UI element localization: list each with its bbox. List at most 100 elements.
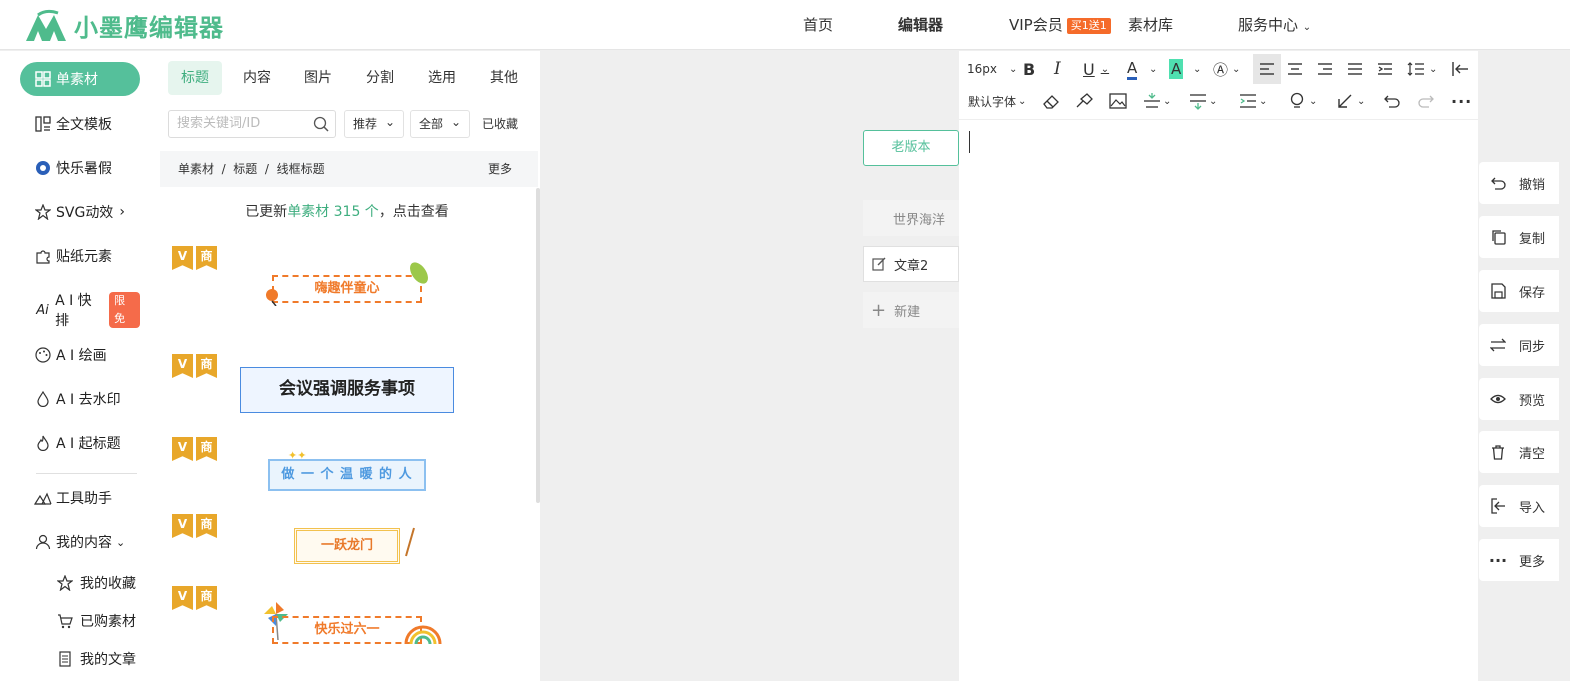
rainbow-icon — [402, 624, 444, 646]
sidebar-item-svg[interactable]: SVG动效 › — [20, 195, 140, 229]
sidebar-item-my-content[interactable]: 我的内容 ⌄ — [20, 525, 140, 559]
logo-text: 小墨鹰编辑器 — [74, 14, 224, 42]
tab-content[interactable]: 内容 — [230, 61, 284, 95]
doc-item-ocean[interactable]: 世界海洋 — [863, 200, 959, 236]
sidebar-item-ai-layout[interactable]: Ai A I 快排 限免 — [20, 292, 140, 329]
text-effect-button[interactable]: Ⓐ ⌄ — [1213, 54, 1240, 84]
chevron-down-icon[interactable]: ⌄ — [1149, 54, 1157, 84]
grid-icon — [34, 70, 52, 88]
save-action-button[interactable]: 保存 — [1479, 270, 1559, 312]
spacing-button[interactable]: ⌄ — [1143, 86, 1171, 116]
chevron-down-icon[interactable]: ⌄ — [1193, 54, 1201, 84]
undo-icon — [1384, 95, 1400, 108]
more-tools-button[interactable]: ··· — [1451, 86, 1472, 116]
sidebar-item-label: 全文模板 — [56, 117, 112, 133]
preview-action-button[interactable]: 预览 — [1479, 378, 1559, 420]
sidebar-item-tools[interactable]: 工具助手 — [20, 481, 140, 515]
tab-selected[interactable]: 选用 — [415, 61, 469, 95]
import-icon — [1489, 497, 1507, 515]
tab-image[interactable]: 图片 — [291, 61, 345, 95]
exit-button[interactable] — [1451, 54, 1469, 84]
align-right-button[interactable] — [1317, 54, 1333, 84]
bold-button[interactable]: B — [1023, 54, 1035, 84]
indent-spacing-button[interactable]: ⌄ — [1239, 86, 1267, 116]
sidebar-sub-favorites[interactable]: 我的收藏 — [56, 571, 136, 595]
align-center-button[interactable] — [1287, 54, 1303, 84]
underline-button[interactable]: U ⌄ — [1083, 54, 1109, 84]
search-input[interactable]: 搜索关键词/ID — [168, 110, 336, 138]
eraser-button[interactable] — [1043, 86, 1061, 116]
sidebar-item-label: 单素材 — [56, 72, 98, 88]
leaf-icon — [406, 260, 432, 286]
nav-service[interactable]: 服务中心 ⌄ — [1238, 0, 1311, 50]
filter-select[interactable]: 全部 ⌄ — [410, 110, 470, 138]
update-suffix: ，点击查看 — [378, 204, 449, 220]
material-card[interactable]: V商 ✦✦ 做 一 个 温 暖 的 人 — [166, 435, 528, 505]
chevron-down-icon: ⌄ — [1309, 95, 1318, 107]
update-notice[interactable]: 已更新单素材 315 个，点击查看 — [166, 187, 528, 237]
sidebar-item-label: A I 绘画 — [56, 348, 107, 364]
sidebar-item-summer[interactable]: 快乐暑假 — [20, 151, 140, 185]
search-icon[interactable] — [313, 116, 329, 132]
search-placeholder: 搜索关键词/ID — [177, 116, 261, 131]
card-title: 会议强调服务事项 — [240, 367, 454, 413]
more-icon: ··· — [1488, 550, 1508, 570]
material-card[interactable]: V商 快乐过六一 — [166, 584, 528, 681]
redo-button[interactable] — [1417, 86, 1435, 116]
sidebar-item-single[interactable]: 单素材 — [20, 62, 140, 96]
doc-item-article[interactable]: 文章2 — [863, 246, 959, 282]
nav-library[interactable]: 素材库 — [1128, 0, 1173, 50]
font-size-select[interactable]: 16px ⌄ — [967, 54, 1017, 84]
font-family-select[interactable]: 默认字体 ⌄ — [968, 86, 1026, 116]
bg-color-button[interactable]: A — [1169, 59, 1184, 79]
undo-button[interactable] — [1383, 86, 1401, 116]
align-left-button[interactable] — [1253, 54, 1281, 84]
star-icon — [34, 203, 52, 221]
sidebar-sub-articles[interactable]: 我的文章 — [56, 647, 136, 671]
action-label: 导入 — [1519, 500, 1546, 516]
sort-select[interactable]: 推荐 ⌄ — [344, 110, 404, 138]
paragraph-spacing-button[interactable]: ⌄ — [1189, 86, 1217, 116]
copy-action-button[interactable]: 复制 — [1479, 216, 1559, 258]
sidebar-item-template[interactable]: 全文模板 — [20, 107, 140, 141]
chevron-down-icon: ⌄ — [1009, 63, 1018, 75]
material-card[interactable]: V商 一跃龙门 — [166, 512, 528, 577]
bulb-button[interactable]: ⌄ — [1289, 86, 1317, 116]
sidebar-item-ai-watermark[interactable]: A I 去水印 — [20, 382, 140, 416]
sidebar-item-sticker[interactable]: 贴纸元素 — [20, 239, 140, 273]
material-card[interactable]: V商 嗨趣伴童心 — [166, 244, 528, 345]
undo-action-button[interactable]: 撤销 — [1479, 162, 1559, 204]
font-color-button[interactable]: A — [1127, 58, 1138, 80]
commercial-badge: 商 — [196, 586, 217, 610]
format-brush-button[interactable] — [1075, 86, 1093, 116]
more-action-button[interactable]: ··· 更多 — [1479, 539, 1559, 581]
nav-editor[interactable]: 编辑器 — [898, 0, 943, 50]
sidebar-item-label: A I 起标题 — [56, 436, 121, 452]
more-link[interactable]: 更多 — [488, 151, 512, 187]
old-version-button[interactable]: 老版本 — [863, 130, 959, 166]
nav-vip[interactable]: VIP会员 买1送1 — [1009, 0, 1111, 50]
justify-button[interactable] — [1347, 54, 1363, 84]
material-card[interactable]: V商 会议强调服务事项 — [166, 352, 528, 428]
italic-button[interactable]: I — [1054, 54, 1061, 84]
indent-spacing-icon — [1240, 94, 1256, 108]
sidebar-item-ai-title[interactable]: A I 起标题 — [20, 426, 140, 460]
indent-button[interactable] — [1377, 54, 1393, 84]
tab-other[interactable]: 其他 — [477, 61, 531, 95]
import-action-button[interactable]: 导入 — [1479, 485, 1559, 527]
collected-filter[interactable]: 已收藏 — [482, 110, 518, 138]
new-doc-button[interactable]: + 新建 — [863, 292, 959, 328]
tab-title[interactable]: 标题 — [168, 61, 222, 95]
arrow-button[interactable]: ⌄ — [1337, 86, 1365, 116]
tab-divider[interactable]: 分割 — [353, 61, 407, 95]
clear-action-button[interactable]: 清空 — [1479, 431, 1559, 473]
sidebar-sub-purchased[interactable]: 已购素材 — [56, 609, 136, 633]
panel-scrollbar[interactable] — [536, 188, 540, 503]
text-caret[interactable] — [969, 131, 970, 153]
logo[interactable]: 小墨鹰编辑器 — [24, 8, 224, 43]
nav-home[interactable]: 首页 — [803, 0, 833, 50]
image-button[interactable] — [1109, 86, 1127, 116]
sync-action-button[interactable]: 同步 — [1479, 324, 1559, 366]
line-height-button[interactable]: ⌄ — [1407, 54, 1437, 84]
sidebar-item-ai-draw[interactable]: A I 绘画 — [20, 338, 140, 372]
